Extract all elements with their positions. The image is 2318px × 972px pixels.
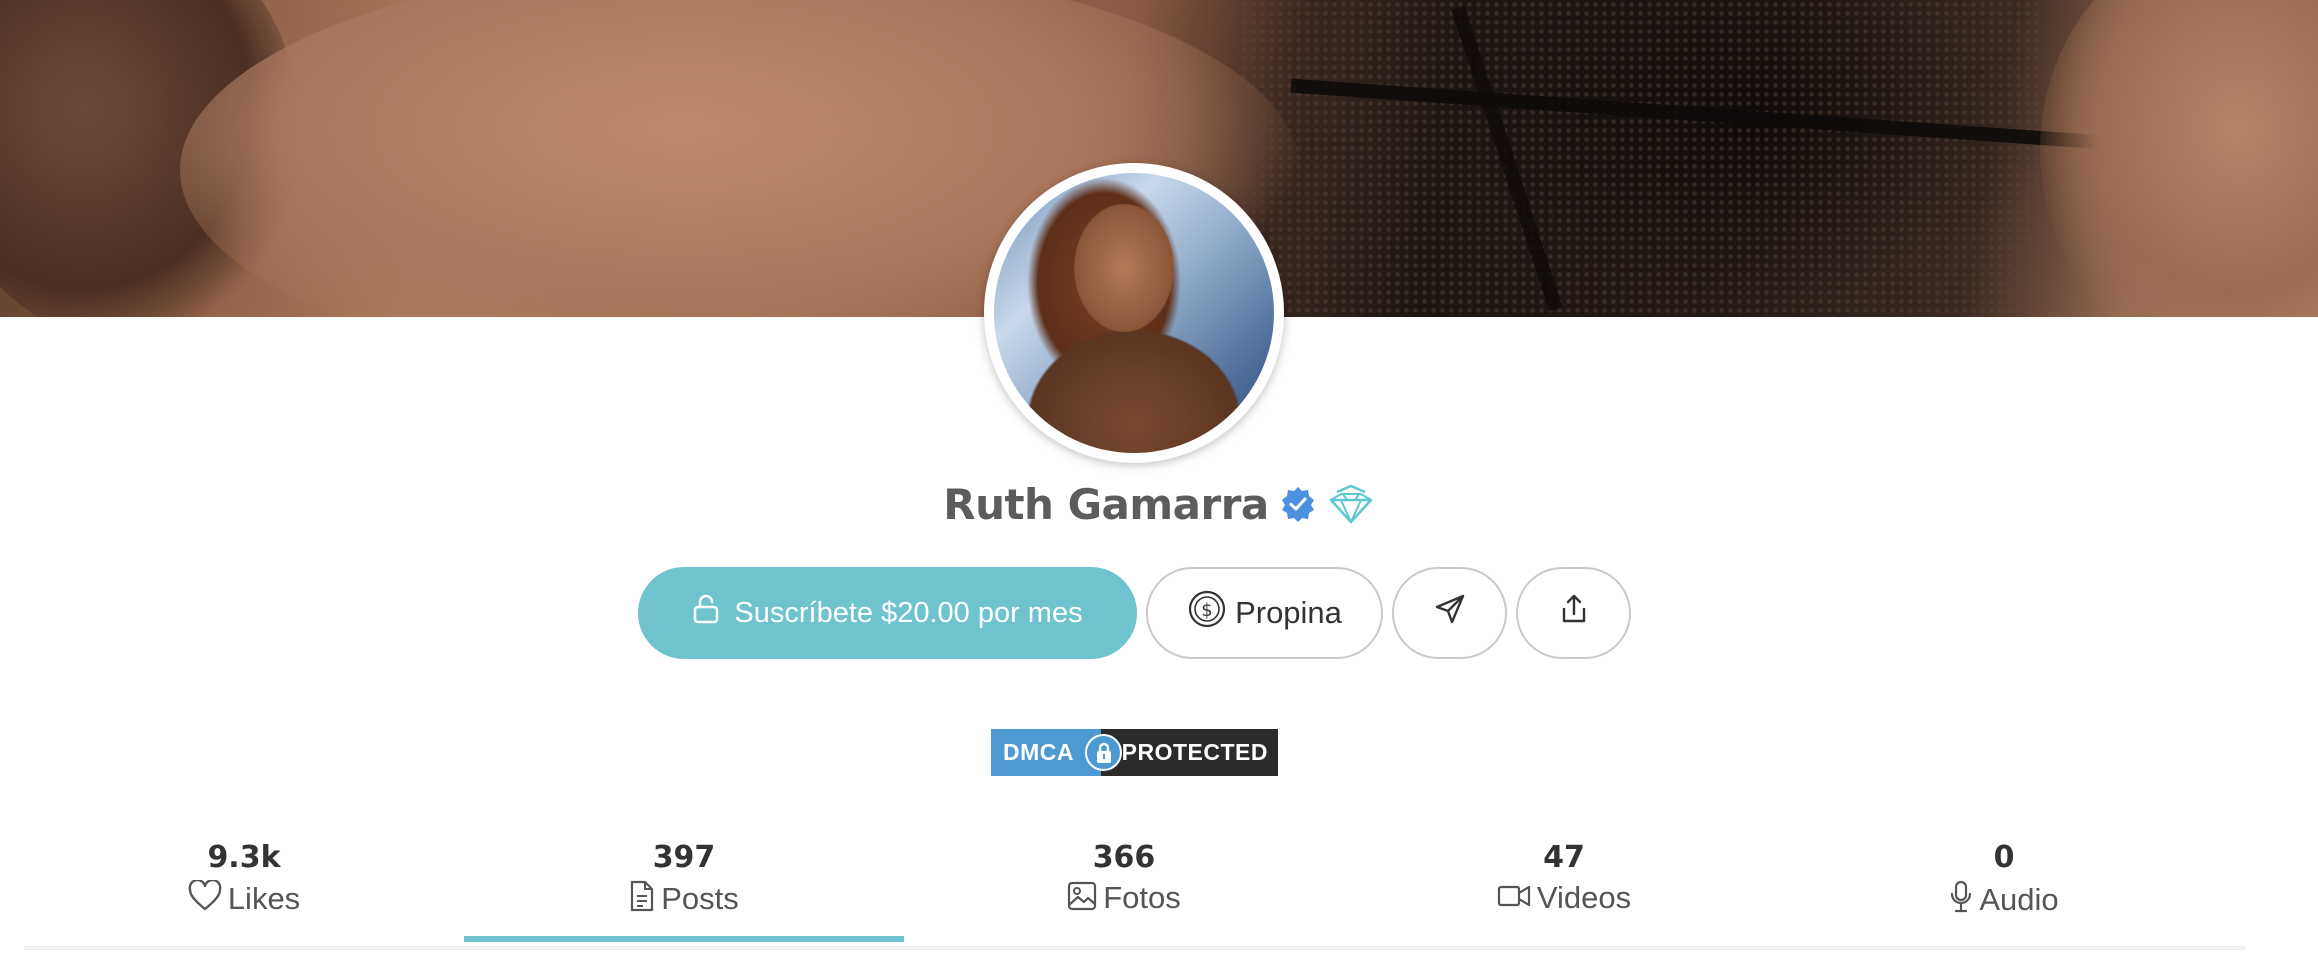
posts-count: 397 — [652, 840, 716, 875]
svg-text:$: $ — [1201, 600, 1212, 621]
profile-name: Ruth Gamarra — [943, 479, 1269, 529]
lock-icon — [1085, 734, 1122, 771]
send-icon — [1433, 592, 1467, 634]
diamond-icon — [1327, 482, 1375, 526]
tip-button[interactable]: $ Propina — [1146, 567, 1383, 659]
profile-name-row: Ruth Gamarra — [0, 474, 2318, 534]
avatar[interactable] — [984, 163, 1284, 463]
share-icon — [1558, 592, 1590, 634]
tab-videos[interactable]: 47 Videos — [1344, 838, 1784, 948]
microphone-icon — [1949, 880, 1973, 919]
videos-label: Videos — [1536, 880, 1632, 915]
active-tab-indicator — [464, 936, 904, 942]
tab-likes[interactable]: 9.3k Likes — [24, 838, 464, 948]
posts-label: Posts — [661, 880, 739, 916]
dollar-coin-icon: $ — [1187, 589, 1227, 637]
tab-audio[interactable]: 0 Audio — [1784, 838, 2224, 948]
subscribe-label: Suscríbete $20.00 por mes — [734, 596, 1083, 629]
heart-icon — [188, 878, 222, 917]
likes-count: 9.3k — [207, 840, 281, 875]
tip-label: Propina — [1235, 595, 1342, 630]
image-icon — [1067, 881, 1097, 916]
audio-count: 0 — [1993, 840, 2015, 875]
profile-stats-tabs: 9.3k Likes 397 Posts 366 Fotos 47 Videos… — [24, 838, 2246, 948]
tab-posts[interactable]: 397 Posts — [464, 838, 904, 948]
fotos-count: 366 — [1092, 840, 1156, 875]
tab-fotos[interactable]: 366 Fotos — [904, 838, 1344, 948]
profile-actions: Suscríbete $20.00 por mes $ Propina — [638, 566, 1631, 660]
videos-count: 47 — [1543, 840, 1585, 875]
likes-label: Likes — [227, 880, 301, 916]
verified-badge-icon — [1279, 485, 1317, 523]
dmca-badge[interactable]: DMCA PROTECTED — [991, 729, 1278, 776]
tabs-divider — [24, 946, 2246, 950]
audio-label: Audio — [1979, 881, 2059, 917]
dmca-protected-label: PROTECTED — [1101, 729, 1278, 776]
document-icon — [629, 880, 655, 917]
share-button[interactable] — [1516, 567, 1631, 659]
message-button[interactable] — [1392, 567, 1507, 659]
video-icon — [1497, 883, 1531, 914]
avatar-photo — [994, 173, 1274, 453]
subscribe-button[interactable]: Suscríbete $20.00 por mes — [638, 567, 1137, 659]
fotos-label: Fotos — [1103, 880, 1181, 915]
unlock-icon — [692, 594, 720, 632]
